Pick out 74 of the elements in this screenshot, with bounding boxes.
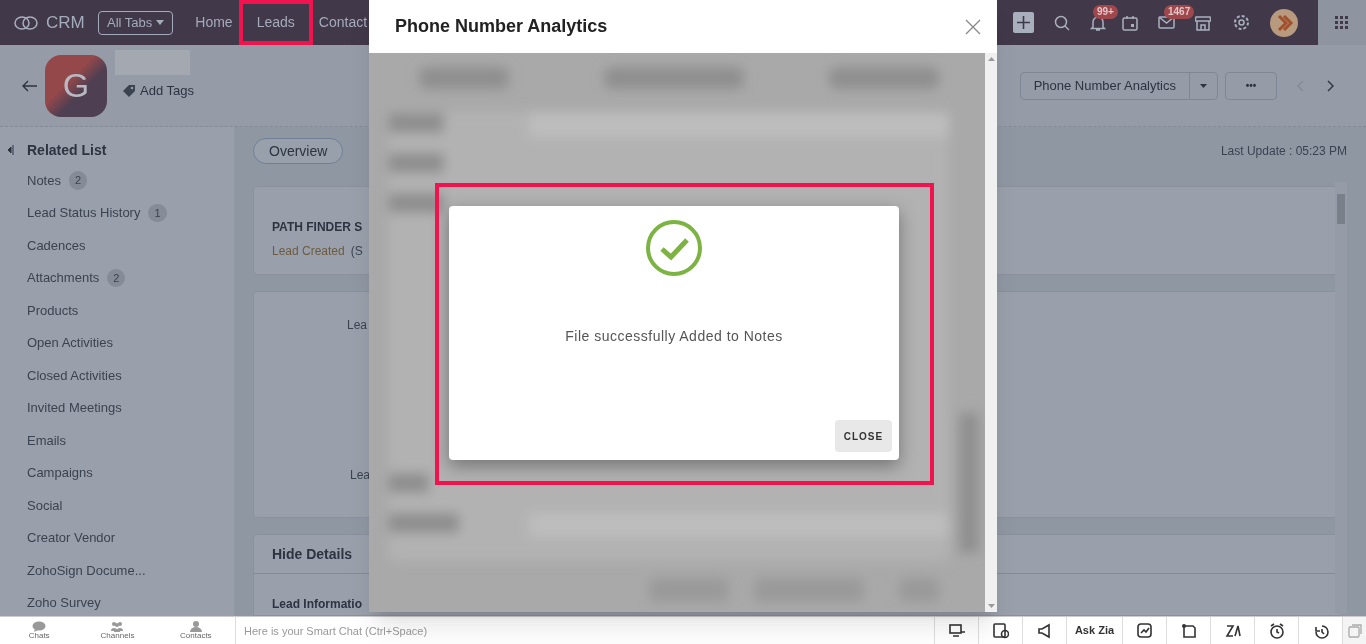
settings-icon[interactable]	[1233, 14, 1250, 31]
chat-icon	[32, 621, 47, 632]
count-badge: 2	[107, 268, 126, 287]
apps-grid-icon[interactable]	[1335, 15, 1349, 30]
record-avatar: G	[45, 54, 107, 117]
scrollbar[interactable]	[1335, 182, 1347, 614]
collapse-icon[interactable]	[7, 145, 15, 155]
all-tabs-dropdown[interactable]: All Tabs	[98, 10, 174, 35]
count-badge: 2	[68, 171, 88, 190]
related-list-item[interactable]: Notes	[27, 170, 61, 190]
field-label: Lea	[347, 316, 368, 334]
related-list-item[interactable]: ZohoSign Docume...	[27, 560, 146, 580]
success-check-icon	[645, 219, 703, 277]
count-badge: 1	[148, 203, 167, 222]
footer-tab[interactable]: Chats	[0, 617, 79, 644]
related-list-item[interactable]: Products	[27, 300, 79, 320]
related-list-item[interactable]: Social	[27, 495, 63, 515]
related-list-item[interactable]: Open Activities	[27, 333, 113, 353]
nav-tab[interactable]: Leads	[256, 12, 295, 33]
related-list-item[interactable]: Attachments	[27, 268, 100, 288]
related-list-item[interactable]: Cadences	[27, 235, 86, 255]
path-finder-title: PATH FINDER S	[272, 219, 364, 236]
related-list-title: Related List	[27, 140, 107, 160]
last-update-text: Last Update : 05:23 PM	[1220, 143, 1347, 160]
add-tags-link[interactable]: Add Tags	[140, 81, 194, 101]
related-list-item[interactable]: Campaigns	[27, 463, 93, 483]
success-message: File successfully Added to Notes	[565, 327, 783, 346]
screen-share-icon[interactable]	[948, 622, 965, 639]
ask-zia-button[interactable]: Ask Zia	[1066, 617, 1122, 644]
overview-tab[interactable]: Overview	[253, 138, 344, 164]
footer-tab[interactable]: Contacts	[156, 617, 235, 644]
notification-badge: 99+	[1093, 4, 1118, 19]
zia-icon[interactable]	[1224, 622, 1241, 639]
store-icon[interactable]	[1195, 14, 1211, 31]
add-icon[interactable]	[1013, 12, 1034, 33]
related-list-item[interactable]: Emails	[27, 430, 66, 450]
mail-icon[interactable]	[1158, 16, 1175, 29]
smart-chat-field[interactable]: Here is your Smart Chat (Ctrl+Space)	[236, 616, 934, 644]
stage-label: Lead Created	[272, 243, 345, 260]
next-icon[interactable]	[1327, 79, 1334, 92]
related-list-item[interactable]: Lead Status History	[27, 203, 141, 223]
related-list-item[interactable]: Invited Meetings	[27, 398, 122, 418]
avatar-icon[interactable]	[1270, 8, 1298, 37]
related-list-item[interactable]: Zoho Survey	[27, 593, 101, 613]
more-button[interactable]: •••	[1225, 71, 1277, 100]
close-icon[interactable]	[965, 18, 981, 35]
app-name: CRM	[46, 11, 85, 34]
group-icon	[110, 621, 125, 632]
mail-badge: 1467	[1164, 5, 1195, 19]
nav-tab[interactable]: Contact	[318, 12, 368, 33]
section-title: Lead Informatio	[272, 597, 362, 611]
related-list-item[interactable]: Closed Activities	[27, 365, 122, 385]
calendar-icon[interactable]	[1122, 14, 1138, 31]
tag-icon	[122, 83, 136, 98]
hide-details-link[interactable]: Hide Details	[272, 543, 353, 565]
dialog-title: Phone Number Analytics	[395, 15, 608, 38]
logo-icon	[14, 14, 38, 31]
stage-note: (S	[350, 243, 363, 260]
related-list-item[interactable]: Creator Vendor	[27, 528, 116, 548]
note-icon[interactable]	[1180, 622, 1197, 639]
analytics-icon[interactable]	[1136, 622, 1153, 639]
nav-tab[interactable]: Home	[195, 12, 233, 33]
close-button[interactable]: CLOSE	[835, 420, 892, 452]
footer-tab[interactable]: Channels	[78, 617, 157, 644]
search-icon[interactable]	[1054, 14, 1070, 31]
megaphone-icon[interactable]	[1036, 622, 1053, 639]
back-arrow-icon[interactable]	[21, 79, 37, 92]
history-icon[interactable]	[1312, 622, 1329, 639]
alarm-clock-icon[interactable]	[1268, 622, 1285, 639]
caret-icon	[156, 20, 165, 25]
person-icon	[188, 621, 203, 632]
document-icon[interactable]	[992, 622, 1009, 639]
field-label: Lea	[350, 466, 371, 484]
caret-icon	[1200, 83, 1207, 88]
